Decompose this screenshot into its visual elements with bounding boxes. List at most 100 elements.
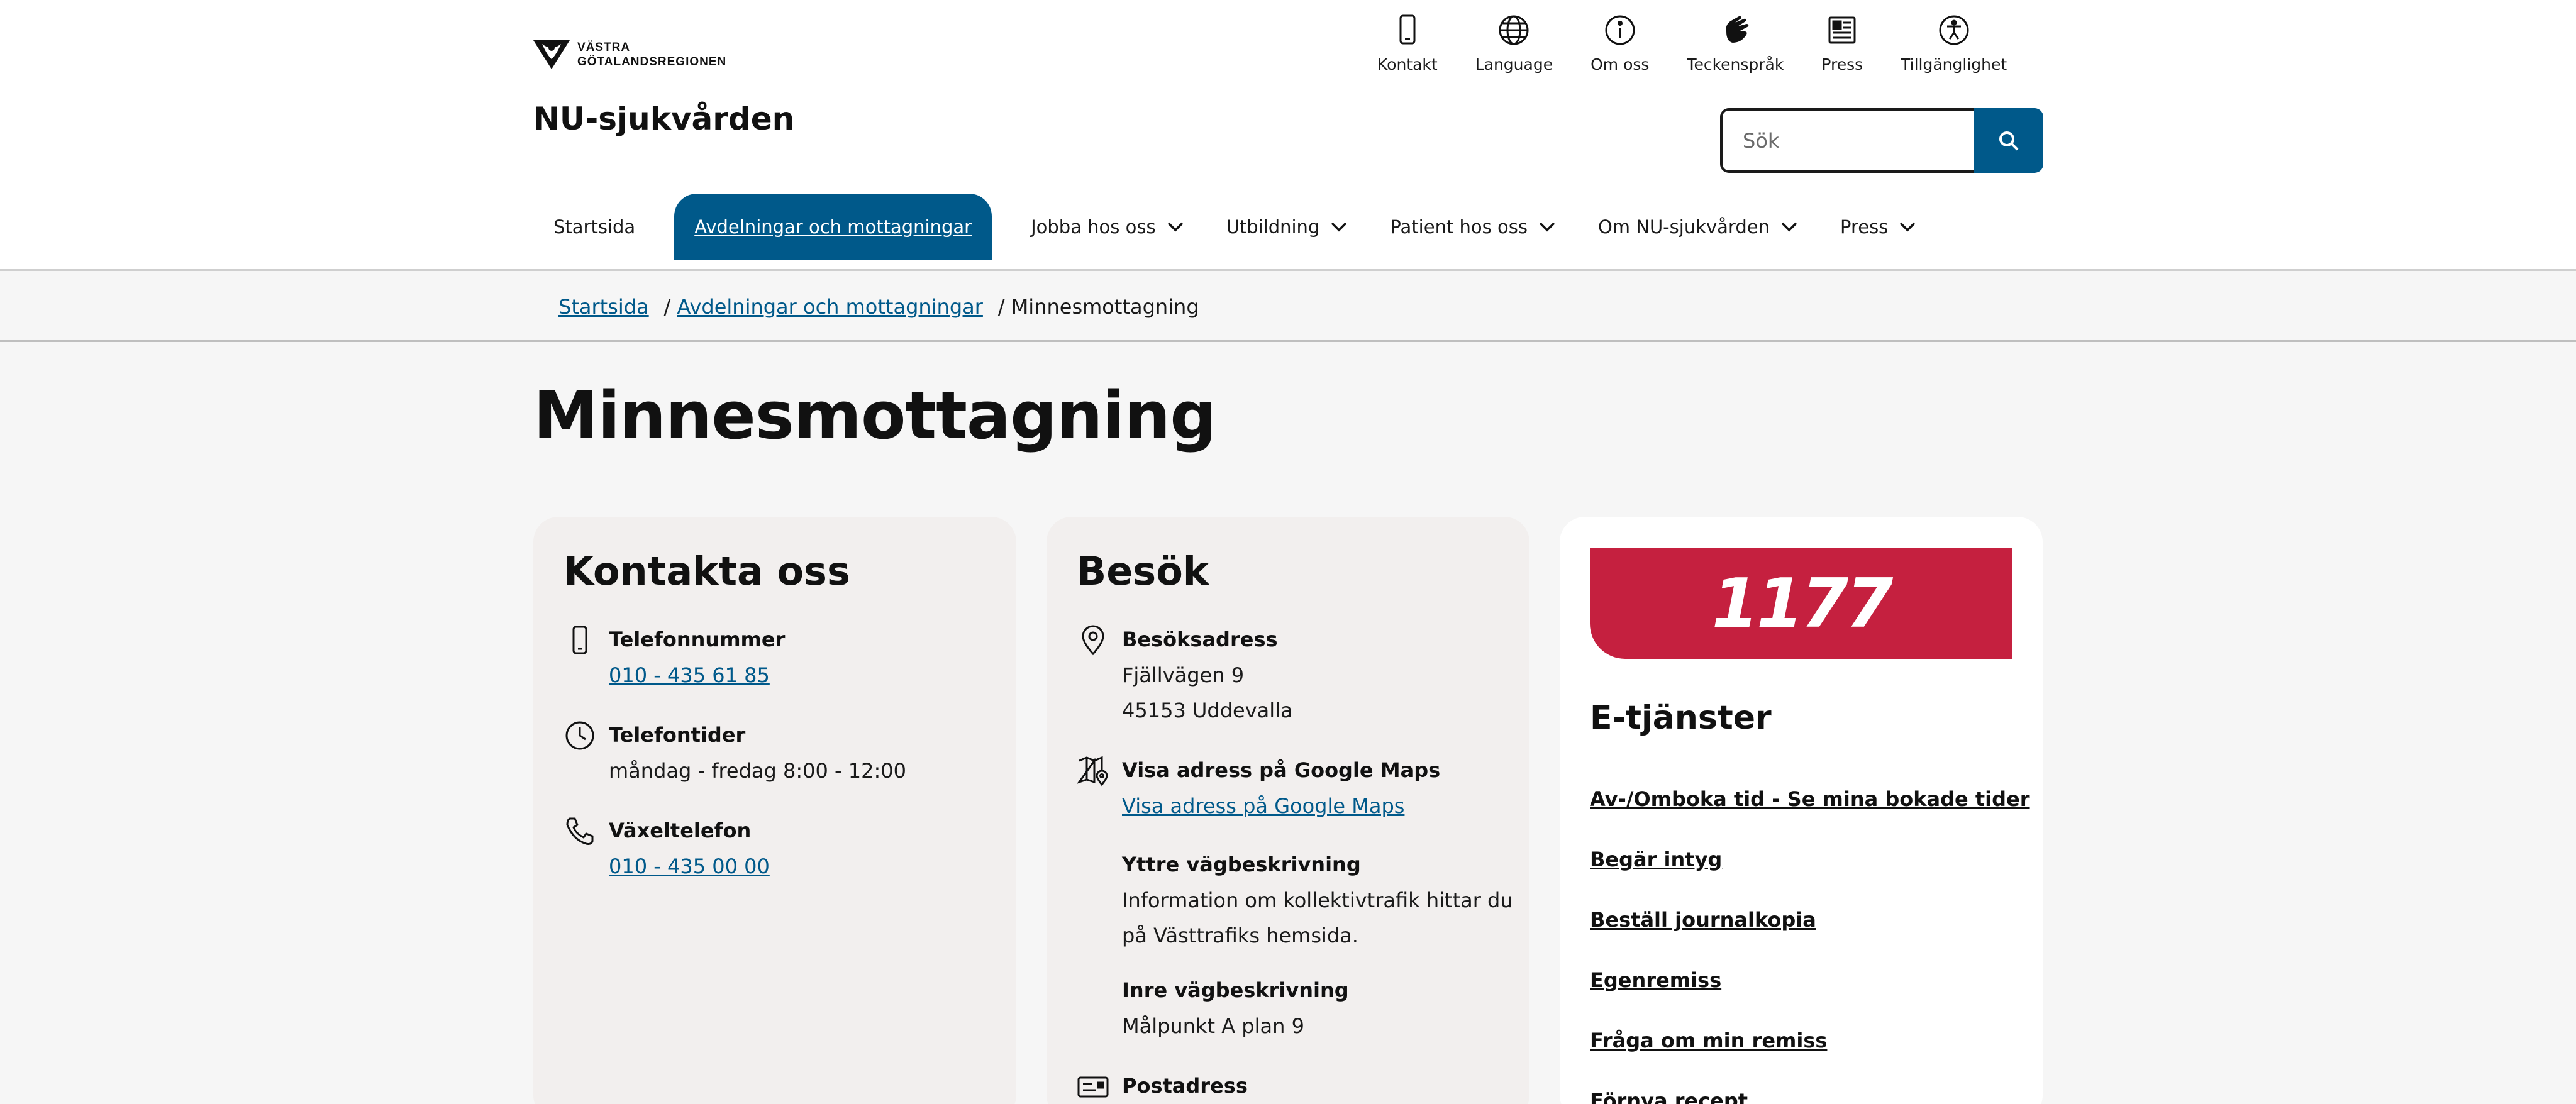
visit-address-line2: 45153 Uddevalla [1122, 698, 1293, 722]
visit-outer-line1: Information om kollektivtrafik hittar du [1122, 888, 1513, 912]
search-icon [1999, 131, 2019, 150]
eservices-list: Av-/Omboka tid - Se mina bokade tider Be… [1590, 787, 2030, 1104]
nav-item-label: Om NU-sjukvården [1597, 216, 1770, 238]
eservice-link-egenremiss[interactable]: Egenremiss [1590, 968, 2030, 1029]
util-item-label: Om oss [1591, 55, 1650, 74]
site-header: VÄSTRA GÖTALANDSREGIONEN NU-sjukvården K… [0, 0, 2576, 271]
logo-text-line1: VÄSTRA [577, 41, 631, 54]
search-form [1720, 108, 2043, 173]
page-title: Minnesmottagning [533, 377, 1217, 454]
nav-item-label: Press [1840, 216, 1889, 238]
eservice-link-remiss[interactable]: Fråga om min remiss [1590, 1029, 2030, 1089]
vgr-logo-icon [533, 40, 570, 69]
breadcrumb-link-avdelningar[interactable]: Avdelningar och mottagningar [677, 295, 982, 319]
phone-icon [1399, 14, 1416, 45]
visit-row-outer-directions: Yttre vägbeskrivning Information om koll… [1122, 846, 1513, 953]
util-item-press[interactable]: Press [1802, 13, 1882, 74]
contact-row-hours: Telefontider måndag - fredag 8:00 - 12:0… [564, 717, 906, 788]
banner-1177[interactable]: 1177 [1590, 548, 2012, 659]
breadcrumb-current: Minnesmottagning [1011, 294, 1199, 319]
visit-card-heading: Besök [1077, 548, 1209, 594]
visit-row-postal: Postadress [1077, 1068, 1248, 1104]
nav-item-utbildning[interactable]: Utbildning [1206, 194, 1370, 260]
visit-address-label: Besöksadress [1122, 627, 1278, 651]
eservice-link-journalkopia[interactable]: Beställ journalkopia [1590, 908, 2030, 968]
nav-item-label: Patient hos oss [1390, 216, 1528, 238]
contact-phone-link[interactable]: 010 - 435 61 85 [609, 658, 785, 693]
util-item-label: Kontakt [1377, 55, 1438, 74]
clock-icon [565, 721, 594, 750]
eservice-link-intyg[interactable]: Begär intyg [1590, 847, 2030, 908]
location-pin-icon [1082, 625, 1104, 656]
visit-outer-label: Yttre vägbeskrivning [1122, 853, 1361, 876]
util-item-label: Teckenspråk [1687, 55, 1784, 74]
main-nav: Startsida Avdelningar och mottagningar J… [533, 194, 1938, 260]
eservice-link-omboka[interactable]: Av-/Omboka tid - Se mina bokade tider [1590, 787, 2030, 847]
globe-icon [1499, 15, 1529, 45]
visit-inner-text: Målpunkt A plan 9 [1122, 1014, 1304, 1038]
util-item-label: Press [1821, 55, 1863, 74]
chevron-down-icon [1781, 222, 1797, 231]
nav-item-press[interactable]: Press [1820, 194, 1938, 260]
visit-postal-label: Postadress [1122, 1074, 1248, 1098]
visit-address-line1: Fjällvägen 9 [1122, 663, 1245, 687]
chevron-down-icon [1900, 222, 1916, 231]
sign-language-icon [1726, 16, 1749, 43]
nav-item-label: Avdelningar och mottagningar [694, 216, 972, 238]
breadcrumb: Startsida / Avdelningar och mottagningar… [0, 273, 2576, 342]
info-icon [1605, 15, 1635, 45]
banner-1177-logo: 1177 [1711, 564, 1894, 643]
util-item-kontakt[interactable]: Kontakt [1358, 13, 1457, 74]
chevron-down-icon [1167, 222, 1183, 231]
util-item-label: Language [1475, 55, 1553, 74]
breadcrumb-separator: / [997, 294, 1005, 319]
newspaper-icon [1828, 16, 1856, 44]
chevron-down-icon [1539, 222, 1555, 231]
utility-nav: Kontakt Language Om oss Teckenspråk Pres… [1358, 13, 2026, 74]
util-item-tillganglighet[interactable]: Tillgänglighet [1882, 13, 2026, 74]
nav-item-label: Startsida [553, 216, 636, 238]
google-maps-link[interactable]: Visa adress på Google Maps [1122, 788, 1440, 824]
eservices-card: 1177 E-tjänster Av-/Omboka tid - Se mina… [1560, 517, 2043, 1104]
visit-inner-label: Inre vägbeskrivning [1122, 978, 1349, 1002]
util-item-teckensprak[interactable]: Teckenspråk [1668, 13, 1802, 74]
visit-row-maps: Visa adress på Google Maps Visa adress p… [1077, 752, 1440, 824]
contact-card-heading: Kontakta oss [564, 548, 850, 594]
nav-item-om-nu[interactable]: Om NU-sjukvården [1578, 194, 1820, 260]
nav-item-jobba[interactable]: Jobba hos oss [1011, 194, 1206, 260]
visit-row-inner-directions: Inre vägbeskrivning Målpunkt A plan 9 [1122, 972, 1349, 1044]
visit-maps-label: Visa adress på Google Maps [1122, 758, 1441, 782]
mobile-phone-icon [572, 626, 587, 654]
search-button[interactable] [1974, 108, 2043, 173]
search-input[interactable] [1720, 108, 1974, 173]
util-item-om-oss[interactable]: Om oss [1572, 13, 1668, 74]
contact-row-switchboard: Växeltelefon 010 - 435 00 00 [564, 812, 770, 884]
contact-card: Kontakta oss Telefonnummer 010 - 435 61 … [533, 517, 1016, 1104]
map-icon [1077, 756, 1108, 787]
logo-text-line2: GÖTALANDSREGIONEN [577, 55, 727, 69]
eservices-heading: E-tjänster [1590, 699, 1772, 737]
nav-item-label: Jobba hos oss [1031, 216, 1156, 238]
breadcrumb-link-startsida[interactable]: Startsida [558, 295, 649, 319]
nav-item-startsida[interactable]: Startsida [533, 194, 655, 260]
mailbox-icon [1077, 1076, 1109, 1098]
contact-hours-label: Telefontider [609, 723, 746, 747]
util-item-label: Tillgänglighet [1901, 55, 2007, 74]
site-title[interactable]: NU-sjukvården [533, 101, 794, 137]
visit-card: Besök Besöksadress Fjällvägen 9 45153 Ud… [1046, 517, 1530, 1104]
breadcrumb-separator: / [663, 294, 671, 319]
chevron-down-icon [1331, 222, 1347, 231]
vgr-logo[interactable]: VÄSTRA GÖTALANDSREGIONEN [533, 39, 726, 70]
eservice-link-recept[interactable]: Förnya recept [1590, 1089, 2030, 1104]
contact-switchboard-link[interactable]: 010 - 435 00 00 [609, 849, 770, 884]
util-item-language[interactable]: Language [1457, 13, 1572, 74]
logo-text: VÄSTRA GÖTALANDSREGIONEN [577, 40, 726, 69]
contact-phone-label: Telefonnummer [609, 627, 786, 651]
visit-outer-line2: på Västtrafiks hemsida. [1122, 924, 1358, 947]
nav-item-label: Utbildning [1226, 216, 1320, 238]
contact-switchboard-label: Växeltelefon [609, 819, 752, 842]
nav-item-avdelningar[interactable]: Avdelningar och mottagningar [674, 194, 992, 260]
nav-item-patient[interactable]: Patient hos oss [1370, 194, 1578, 260]
contact-row-phone: Telefonnummer 010 - 435 61 85 [564, 621, 785, 693]
visit-row-address: Besöksadress Fjällvägen 9 45153 Uddevall… [1077, 621, 1293, 728]
